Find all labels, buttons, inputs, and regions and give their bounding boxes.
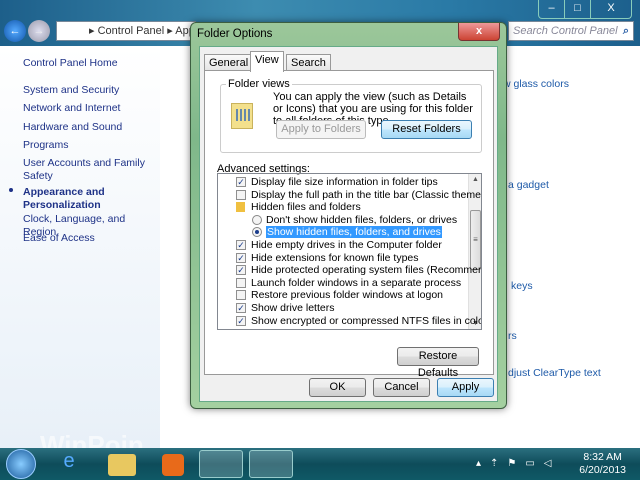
search-placeholder: Search Control Panel — [513, 25, 618, 37]
address-bar[interactable]: ▸ Control Panel ▸ Appearance and Persona… — [56, 21, 196, 41]
scroll-up-icon[interactable]: ▲ — [469, 176, 481, 183]
clock-date: 6/20/2013 — [579, 464, 626, 476]
sidebar-item-ease[interactable]: Ease of Access — [23, 232, 153, 245]
radio-button[interactable] — [252, 227, 262, 238]
bg-link-keys[interactable]: keys — [511, 280, 533, 292]
folder-view-icon — [231, 103, 253, 129]
setting-label: Show hidden files, folders, and drives — [266, 226, 442, 239]
dialog-close-button[interactable]: x — [458, 23, 500, 41]
setting-label: Restore previous folder windows at logon — [251, 289, 444, 302]
sidebar-item-user-accounts[interactable]: User Accounts and Family Safety — [23, 157, 153, 183]
folder-options-taskbar-button[interactable] — [249, 450, 293, 478]
explorer-icon[interactable] — [108, 454, 136, 476]
close-button[interactable]: X — [591, 0, 631, 18]
start-button[interactable] — [6, 449, 36, 479]
system-tray[interactable]: ▴⇡⚑▭◁ — [476, 458, 561, 469]
scroll-thumb[interactable]: ≡ — [470, 210, 481, 270]
tab-general[interactable]: General — [204, 54, 254, 71]
minimize-button[interactable]: – — [539, 0, 565, 18]
taskbar: e ▴⇡⚑▭◁ 8:32 AM 6/20/2013 — [0, 448, 640, 480]
bg-link-cleartype[interactable]: djust ClearType text — [508, 367, 601, 379]
checkbox[interactable]: ✓ — [236, 240, 246, 250]
bg-link-glass[interactable]: w glass colors — [503, 78, 569, 90]
folder-icon — [236, 202, 245, 213]
forward-button[interactable]: → — [28, 20, 50, 42]
reset-folders-button[interactable]: Reset Folders — [381, 120, 472, 139]
checkbox[interactable] — [236, 290, 246, 301]
sidebar-item-hardware[interactable]: Hardware and Sound — [23, 121, 153, 134]
clock-time: 8:32 AM — [583, 451, 622, 463]
checkbox[interactable]: ✓ — [236, 252, 246, 263]
sidebar-item-home[interactable]: Control Panel Home — [23, 57, 153, 70]
current-bullet — [9, 188, 13, 192]
cancel-button[interactable]: Cancel — [373, 378, 430, 397]
advanced-settings-list[interactable]: ▲ ≡ ▼ ✓ Display file size information in fo… — [217, 173, 482, 330]
restore-defaults-button[interactable]: Restore Defaults — [397, 347, 479, 379]
dialog-title: Folder Options — [197, 28, 273, 40]
internet-explorer-icon[interactable]: e — [50, 450, 88, 478]
window-controls: – □ X — [538, 0, 632, 19]
checkbox[interactable]: ✓ — [236, 177, 246, 187]
setting-label: Hide empty drives in the Computer folder — [251, 239, 442, 251]
setting-label: Display file size information in folder … — [251, 176, 438, 188]
checkbox[interactable]: ✓ — [236, 315, 246, 326]
breadcrumb-control-panel[interactable]: Control Panel — [98, 25, 165, 37]
setting-label: Hide extensions for known file types — [251, 251, 419, 264]
tab-search[interactable]: Search — [286, 54, 331, 71]
setting-label: Display the full path in the title bar (… — [251, 188, 482, 201]
sidebar-item-appearance[interactable]: Appearance and Personalization — [23, 186, 153, 212]
sidebar-item-programs[interactable]: Programs — [23, 139, 153, 152]
ok-button[interactable]: OK — [309, 378, 366, 397]
back-button[interactable]: ← — [4, 20, 26, 42]
sidebar: Control Panel Home System and Security N… — [0, 46, 160, 448]
folder-options-dialog: Folder Options x General View Search Fol… — [190, 22, 507, 409]
setting-label: Hidden files and folders — [251, 201, 361, 214]
bg-link-gadget[interactable]: a gadget — [508, 179, 549, 191]
sidebar-item-system[interactable]: System and Security — [23, 84, 153, 97]
folder-views-group: Folder views You can apply the view (suc… — [220, 78, 482, 153]
bg-link-fonts[interactable]: rs — [508, 330, 517, 342]
search-input[interactable]: Search Control Panel ⌕ — [508, 21, 634, 41]
setting-label: Don't show hidden files, folders, or dri… — [266, 213, 458, 226]
folder-views-label: Folder views — [226, 78, 292, 90]
checkbox[interactable] — [236, 189, 246, 200]
radio-button[interactable] — [252, 214, 262, 225]
maximize-button[interactable]: □ — [565, 0, 591, 18]
view-panel: Folder views You can apply the view (suc… — [204, 70, 494, 379]
clock[interactable]: 8:32 AM 6/20/2013 — [579, 451, 626, 477]
tab-view[interactable]: View — [250, 51, 284, 72]
media-player-icon[interactable] — [162, 454, 184, 476]
checkbox[interactable] — [236, 277, 246, 288]
control-panel-taskbar-button[interactable] — [199, 450, 243, 478]
setting-label: Hide protected operating system files (R… — [251, 264, 482, 277]
search-icon: ⌕ — [622, 25, 629, 37]
setting-label: Show encrypted or compressed NTFS files … — [251, 314, 482, 327]
setting-label: Launch folder windows in a separate proc… — [251, 276, 462, 289]
sidebar-item-network[interactable]: Network and Internet — [23, 102, 153, 115]
checkbox[interactable]: ✓ — [236, 303, 246, 313]
checkbox[interactable]: ✓ — [236, 265, 246, 276]
setting-label: Show drive letters — [251, 302, 335, 314]
apply-button[interactable]: Apply — [437, 378, 494, 397]
apply-to-folders-button[interactable]: Apply to Folders — [276, 120, 366, 139]
